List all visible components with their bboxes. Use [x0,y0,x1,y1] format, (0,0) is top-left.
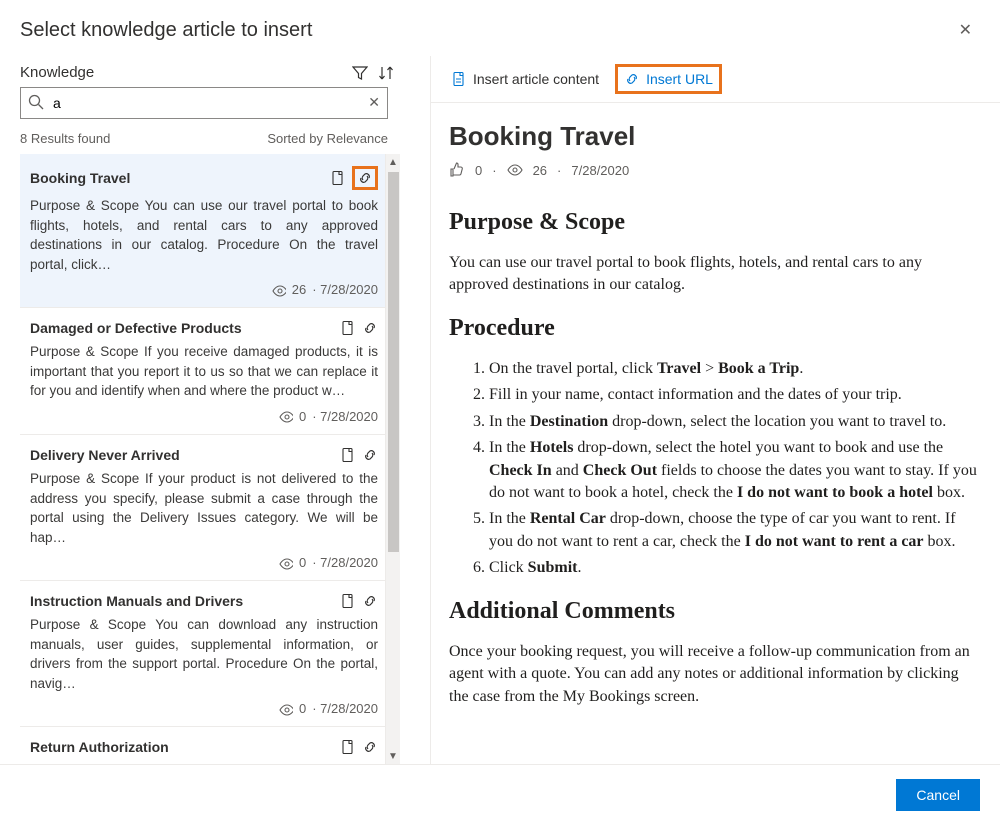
article-snippet: Purpose & Scope If your product is not d… [30,469,378,547]
article-snippet: Purpose & Scope If you receive damaged p… [30,342,378,401]
link-icon[interactable] [362,739,378,755]
article-card[interactable]: Instruction Manuals and Drivers Purpose &… [20,581,388,727]
doc-icon[interactable] [340,447,356,463]
link-icon[interactable] [352,166,378,190]
thumbs-up-icon[interactable] [449,162,465,178]
article-card[interactable]: Delivery Never Arrived Purpose & Scope If… [20,435,388,581]
article-card[interactable]: Damaged or Defective Products Purpose & S… [20,308,388,435]
scroll-down-icon[interactable]: ▼ [386,748,400,764]
doc-icon[interactable] [340,320,356,336]
preview-title: Booking Travel [449,121,980,152]
scrollbar-thumb[interactable] [388,172,399,552]
article-snippet: Purpose & Scope You can download any ins… [30,615,378,693]
sort-icon[interactable] [378,65,394,81]
preview-body: Purpose & Scope You can use our travel p… [449,206,980,708]
article-title: Instruction Manuals and Drivers [30,593,243,609]
like-count: 0 [475,163,482,178]
article-title: Booking Travel [30,170,130,186]
article-card[interactable]: Return Authorization Purpose & Scope If y… [20,727,388,764]
tab-insert-url[interactable]: Insert URL [615,64,722,94]
doc-icon[interactable] [340,593,356,609]
article-meta: 0 · 7/28/2020 [30,555,378,570]
tab-insert-content[interactable]: Insert article content [445,67,605,91]
article-snippet: Purpose & Scope If you need to return or… [30,761,378,764]
knowledge-heading: Knowledge [20,64,94,81]
article-title: Damaged or Defective Products [30,320,242,336]
sort-label: Sorted by Relevance [267,131,388,146]
preview-date: 7/28/2020 [571,163,629,178]
close-button[interactable]: ✕ [951,16,980,44]
link-icon[interactable] [362,447,378,463]
eye-icon [272,283,286,297]
dialog-title: Select knowledge article to insert [20,19,312,42]
view-count: 26 [533,163,547,178]
eye-icon [279,556,293,570]
article-meta: 0 · 7/28/2020 [30,701,378,716]
search-input[interactable] [20,87,388,119]
link-icon[interactable] [362,593,378,609]
article-title: Return Authorization [30,739,169,755]
results-count: 8 Results found [20,131,110,146]
doc-icon [451,71,467,87]
clear-search-icon[interactable]: ✕ [368,94,380,111]
eye-icon [279,702,293,716]
article-title: Delivery Never Arrived [30,447,180,463]
article-meta: 26 · 7/28/2020 [30,282,378,297]
article-card[interactable]: Booking Travel Purpose & Scope You can us… [20,154,388,308]
scrollbar[interactable]: ▲ ▼ [385,154,400,764]
search-icon [28,94,44,110]
link-icon [624,71,640,87]
article-snippet: Purpose & Scope You can use our travel p… [30,196,378,274]
scroll-up-icon[interactable]: ▲ [386,154,400,170]
link-icon[interactable] [362,320,378,336]
cancel-button[interactable]: Cancel [896,779,980,811]
doc-icon[interactable] [340,739,356,755]
eye-icon [507,162,523,178]
filter-icon[interactable] [352,65,368,81]
eye-icon [279,409,293,423]
doc-icon[interactable] [330,170,346,186]
article-meta: 0 · 7/28/2020 [30,409,378,424]
